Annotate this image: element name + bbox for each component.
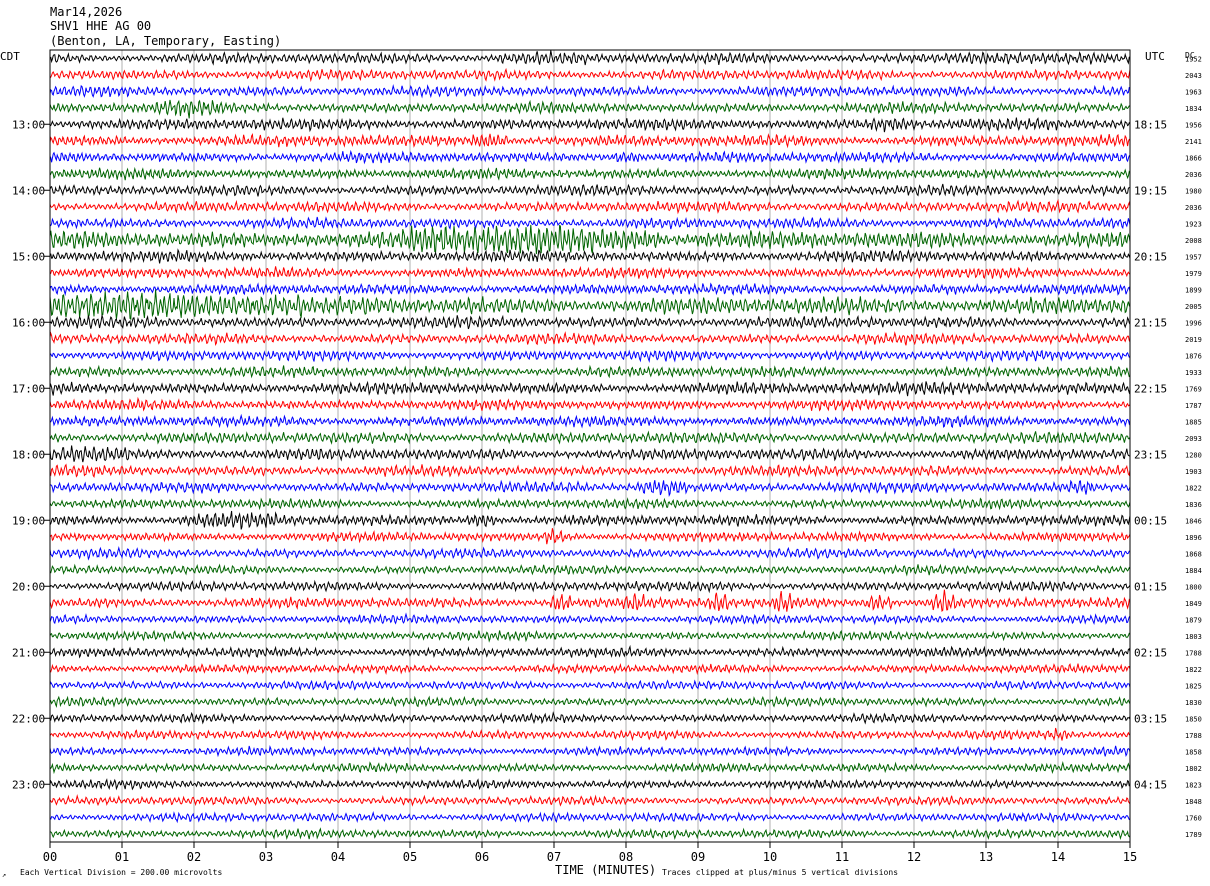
x-tick-label: 06 bbox=[475, 850, 489, 864]
dc-offset-value: 1822 bbox=[1185, 666, 1202, 674]
x-tick-label: 02 bbox=[187, 850, 201, 864]
utc-hour-label: 23:15 bbox=[1134, 448, 1167, 461]
dc-offset-value: 1769 bbox=[1185, 385, 1202, 393]
dc-offset-value: 1850 bbox=[1185, 715, 1202, 723]
x-tick-label: 12 bbox=[907, 850, 921, 864]
dc-offset-value: 1788 bbox=[1185, 732, 1202, 740]
dc-offset-value: 2043 bbox=[1185, 72, 1202, 80]
dc-offset-value: 1876 bbox=[1185, 352, 1202, 360]
dc-offset-value: 1836 bbox=[1185, 501, 1202, 509]
x-tick-label: 10 bbox=[763, 850, 777, 864]
dc-offset-value: 1980 bbox=[1185, 187, 1202, 195]
utc-hour-label: 03:15 bbox=[1134, 712, 1167, 725]
utc-hour-label: 22:15 bbox=[1134, 382, 1167, 395]
right-timezone-label: UTC bbox=[1145, 50, 1165, 63]
corner-mark: ↗ bbox=[2, 871, 6, 879]
dc-offset-value: 1789 bbox=[1185, 831, 1202, 839]
dc-offset-value: 1933 bbox=[1185, 369, 1202, 377]
utc-hour-label: 00:15 bbox=[1134, 514, 1167, 527]
dc-offset-value: 1868 bbox=[1185, 550, 1202, 558]
dc-offset-value: 2141 bbox=[1185, 138, 1202, 146]
dc-offset-value: 2005 bbox=[1185, 303, 1202, 311]
scale-note: Each Vertical Division = 200.00 microvol… bbox=[20, 868, 222, 877]
x-tick-label: 14 bbox=[1051, 850, 1065, 864]
dc-offset-value: 1803 bbox=[1185, 633, 1202, 641]
dc-offset-value: 1884 bbox=[1185, 567, 1202, 575]
dc-offset-value: 2036 bbox=[1185, 204, 1202, 212]
x-tick-label: 15 bbox=[1123, 850, 1137, 864]
header-location: (Benton, LA, Temporary, Easting) bbox=[50, 34, 281, 48]
seismogram-plot: Mar14,2026 SHV1 HHE AG 00 (Benton, LA, T… bbox=[0, 0, 1210, 886]
x-tick-label: 00 bbox=[43, 850, 57, 864]
dc-offset-value: 1879 bbox=[1185, 616, 1202, 624]
utc-hour-label: 01:15 bbox=[1134, 580, 1167, 593]
dc-offset-value: 1802 bbox=[1185, 765, 1202, 773]
cdt-hour-label: 17:00 bbox=[12, 382, 45, 395]
x-axis-label: TIME (MINUTES) bbox=[555, 863, 656, 877]
dc-offset-value: 1957 bbox=[1185, 253, 1202, 261]
x-tick-label: 03 bbox=[259, 850, 273, 864]
seismogram-figure: Mar14,2026 SHV1 HHE AG 00 (Benton, LA, T… bbox=[0, 0, 1210, 886]
dc-offset-value: 2008 bbox=[1185, 237, 1202, 245]
utc-hour-label: 02:15 bbox=[1134, 646, 1167, 659]
clip-note: Traces clipped at plus/minus 5 vertical … bbox=[662, 868, 898, 877]
dc-offset-value: 2019 bbox=[1185, 336, 1202, 344]
dc-offset-value: 1896 bbox=[1185, 534, 1202, 542]
utc-hour-label: 20:15 bbox=[1134, 250, 1167, 263]
x-tick-label: 11 bbox=[835, 850, 849, 864]
dc-offset-value: 1830 bbox=[1185, 699, 1202, 707]
cdt-hour-label: 22:00 bbox=[12, 712, 45, 725]
dc-offset-value: 1956 bbox=[1185, 121, 1202, 129]
dc-offset-value: 1788 bbox=[1185, 649, 1202, 657]
x-tick-label: 09 bbox=[691, 850, 705, 864]
x-tick-label: 13 bbox=[979, 850, 993, 864]
cdt-hour-label: 20:00 bbox=[12, 580, 45, 593]
cdt-hour-label: 21:00 bbox=[12, 646, 45, 659]
x-tick-label: 05 bbox=[403, 850, 417, 864]
dc-offset-value: 1825 bbox=[1185, 682, 1202, 690]
dc-offset-value: 1963 bbox=[1185, 88, 1202, 96]
dc-offset-value: 1822 bbox=[1185, 484, 1202, 492]
dc-offset-value: 2036 bbox=[1185, 171, 1202, 179]
cdt-hour-label: 16:00 bbox=[12, 316, 45, 329]
header-date: Mar14,2026 bbox=[50, 5, 122, 19]
cdt-hour-label: 19:00 bbox=[12, 514, 45, 527]
dc-offset-value: 1280 bbox=[1185, 451, 1202, 459]
cdt-hour-label: 13:00 bbox=[12, 118, 45, 131]
dc-offset-value: 1903 bbox=[1185, 468, 1202, 476]
cdt-hour-label: 15:00 bbox=[12, 250, 45, 263]
utc-hour-label: 19:15 bbox=[1134, 184, 1167, 197]
dc-offset-value: 1858 bbox=[1185, 748, 1202, 756]
dc-offset-value: 1979 bbox=[1185, 270, 1202, 278]
dc-offset-value: 1952 bbox=[1185, 55, 1202, 63]
dc-offset-value: 1923 bbox=[1185, 220, 1202, 228]
utc-hour-label: 21:15 bbox=[1134, 316, 1167, 329]
dc-offset-value: 1848 bbox=[1185, 798, 1202, 806]
dc-offset-value: 1846 bbox=[1185, 517, 1202, 525]
dc-offset-value: 1787 bbox=[1185, 402, 1202, 410]
x-tick-label: 04 bbox=[331, 850, 345, 864]
dc-offset-value: 1899 bbox=[1185, 286, 1202, 294]
dc-offset-value: 1849 bbox=[1185, 600, 1202, 608]
dc-offset-value: 1885 bbox=[1185, 418, 1202, 426]
dc-offset-value: 1996 bbox=[1185, 319, 1202, 327]
utc-hour-label: 04:15 bbox=[1134, 778, 1167, 791]
dc-offset-value: 1760 bbox=[1185, 814, 1202, 822]
dc-offset-value: 1834 bbox=[1185, 105, 1202, 113]
cdt-hour-label: 14:00 bbox=[12, 184, 45, 197]
left-timezone-label: CDT bbox=[0, 50, 20, 63]
dc-offset-value: 1800 bbox=[1185, 583, 1202, 591]
x-tick-label: 07 bbox=[547, 850, 561, 864]
dc-offset-value: 1866 bbox=[1185, 154, 1202, 162]
dc-offset-value: 2093 bbox=[1185, 435, 1202, 443]
header-station: SHV1 HHE AG 00 bbox=[50, 19, 151, 33]
utc-hour-label: 18:15 bbox=[1134, 118, 1167, 131]
x-tick-label: 08 bbox=[619, 850, 633, 864]
cdt-hour-label: 23:00 bbox=[12, 778, 45, 791]
dc-offset-value: 1823 bbox=[1185, 781, 1202, 789]
cdt-hour-label: 18:00 bbox=[12, 448, 45, 461]
x-tick-label: 01 bbox=[115, 850, 129, 864]
